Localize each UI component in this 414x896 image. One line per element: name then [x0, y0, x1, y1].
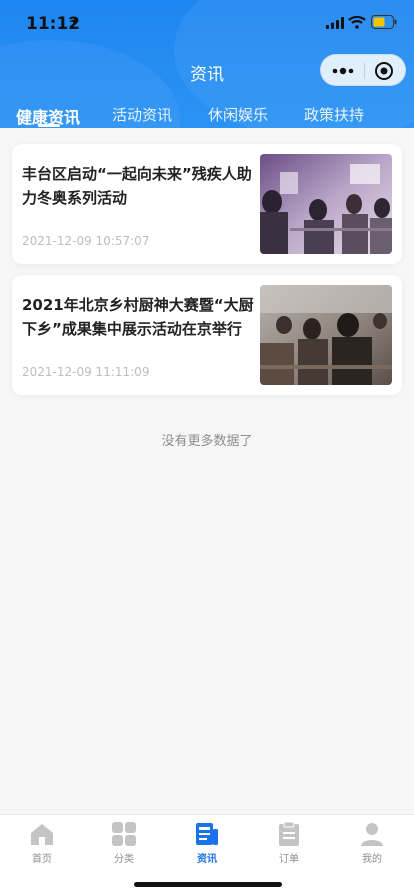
news-card[interactable]: 丰台区启动“一起向未来”残疾人助力冬奥系列活动 2021-12-09 10:57… [12, 144, 402, 264]
tabbar-category[interactable]: 分类 [94, 821, 154, 867]
news-timestamp: 2021-12-09 10:57:07 [22, 234, 150, 248]
more-dots-icon[interactable] [331, 63, 355, 79]
battery-icon [371, 15, 397, 29]
tabbar-mine[interactable]: 我的 [342, 821, 402, 867]
tabbar-label: 资讯 [197, 854, 217, 865]
signal-icon [326, 17, 344, 29]
tabbar-label: 我的 [362, 854, 382, 865]
close-target-icon[interactable] [374, 61, 394, 81]
tabbar-home[interactable]: 首页 [12, 821, 72, 867]
news-title: 丰台区启动“一起向未来”残疾人助力冬奥系列活动 [22, 165, 252, 207]
active-tab-indicator [38, 124, 60, 127]
tabbar-orders[interactable]: 订单 [259, 821, 319, 867]
status-bar: 11:12 [0, 0, 414, 48]
news-card[interactable]: 2021年北京乡村厨神大赛暨“大厨下乡”成果集中展示活动在京举行 2021-12… [12, 275, 402, 395]
news-timestamp: 2021-12-09 11:11:09 [22, 365, 150, 379]
tabbar-label: 订单 [279, 854, 299, 865]
news-icon [196, 823, 218, 845]
news-thumbnail [260, 285, 392, 385]
category-tabs: 健康资讯 活动资讯 休闲娱乐 政策扶持 [0, 104, 414, 134]
tabbar-label: 分类 [114, 854, 134, 865]
grid-icon [112, 822, 136, 846]
home-icon [31, 824, 53, 845]
news-title: 2021年北京乡村厨神大赛暨“大厨下乡”成果集中展示活动在京举行 [22, 296, 254, 338]
tabbar-label: 首页 [32, 854, 52, 865]
miniprogram-capsule [320, 54, 406, 86]
home-indicator [134, 882, 282, 887]
tab-policy-support[interactable]: 政策扶持 [304, 104, 364, 125]
user-icon [361, 823, 383, 846]
tabbar-news[interactable]: 资讯 [177, 821, 237, 867]
wifi-icon [348, 15, 366, 29]
capsule-divider [364, 63, 365, 79]
clipboard-icon [279, 821, 299, 846]
news-thumbnail [260, 154, 392, 254]
tab-leisure[interactable]: 休闲娱乐 [208, 104, 268, 125]
list-end-text: 没有更多数据了 [161, 434, 253, 449]
tab-activity-news[interactable]: 活动资讯 [112, 104, 172, 125]
location-arrow-icon [69, 18, 77, 26]
